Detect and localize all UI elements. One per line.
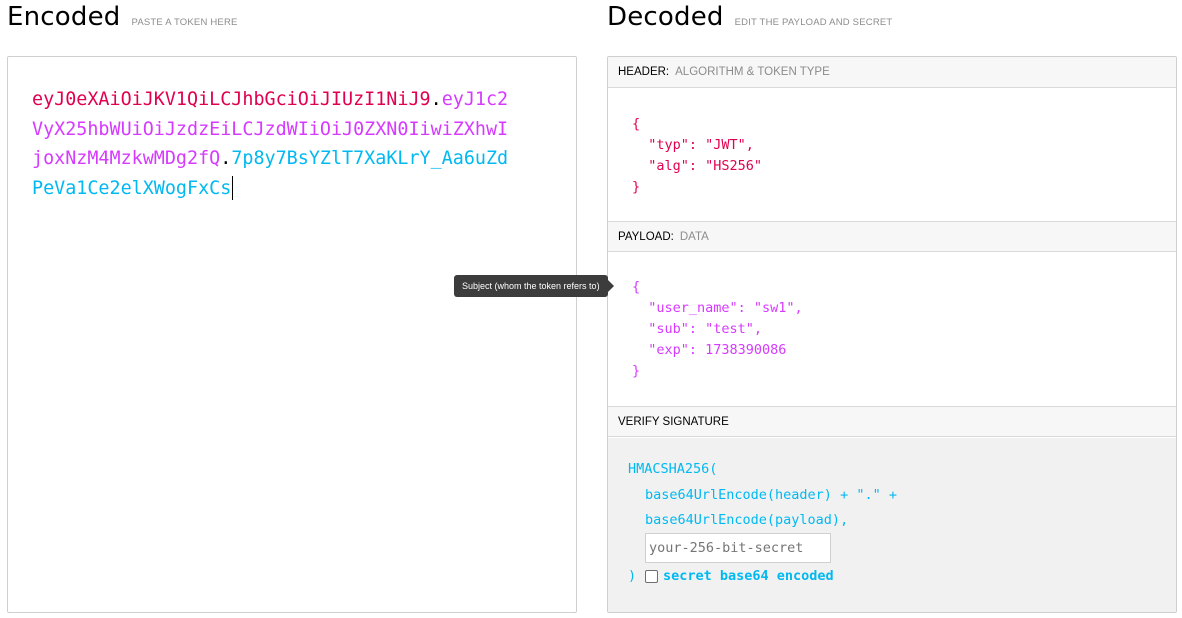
payload-section-heading: PAYLOAD: DATA [608,221,1176,252]
verify-section-heading: VERIFY SIGNATURE [608,406,1176,437]
hmac-open-line: HMACSHA256( [628,461,718,477]
verify-section-label: VERIFY SIGNATURE [618,415,729,428]
decoded-heading: Decoded EDIT THE PAYLOAD AND SECRET [607,2,892,32]
hmac-close-paren: ) [628,568,637,584]
hmac-payload-line: base64UrlEncode(payload), [645,512,849,528]
token-header-segment: eyJ0eXAiOiJKV1QiLCJhbGciOiJIUzI1NiJ9 [32,89,431,110]
secret-input[interactable] [645,533,831,563]
payload-section-label: PAYLOAD: [618,230,674,243]
decoded-panel: HEADER: ALGORITHM & TOKEN TYPE { "typ": … [607,56,1177,613]
token-text[interactable]: eyJ0eXAiOiJKV1QiLCJhbGciOiJIUzI1NiJ9.eyJ… [32,85,512,203]
header-json-editor[interactable]: { "typ": "JWT", "alg": "HS256" } [632,114,762,198]
payload-section-sub: DATA [679,230,709,243]
encoded-heading: Encoded PASTE A TOKEN HERE [7,2,238,32]
header-section-sub: ALGORITHM & TOKEN TYPE [675,66,830,78]
header-section-heading: HEADER: ALGORITHM & TOKEN TYPE [608,57,1176,88]
text-caret [232,175,234,200]
token-separator: . [220,148,232,169]
encoded-token-editor[interactable]: eyJ0eXAiOiJKV1QiLCJhbGciOiJIUzI1NiJ9.eyJ… [7,56,577,613]
payload-json-editor[interactable]: { "user_name": "sw1", "sub": "test", "ex… [632,277,803,382]
verify-signature-body: HMACSHA256( base64UrlEncode(header) + ".… [608,438,1176,612]
encoded-subtitle: PASTE A TOKEN HERE [131,17,238,28]
hmac-header-line: base64UrlEncode(header) + "." + [645,487,897,503]
header-section-label: HEADER: [618,66,670,78]
secret-base64-checkbox[interactable] [645,570,658,583]
decoded-subtitle: EDIT THE PAYLOAD AND SECRET [734,17,893,28]
decoded-title: Decoded [607,2,724,32]
secret-base64-label[interactable]: secret base64 encoded [663,568,834,584]
claim-tooltip: Subject (whom the token refers to) [454,275,614,297]
token-separator: . [430,89,442,110]
encoded-title: Encoded [7,2,121,32]
